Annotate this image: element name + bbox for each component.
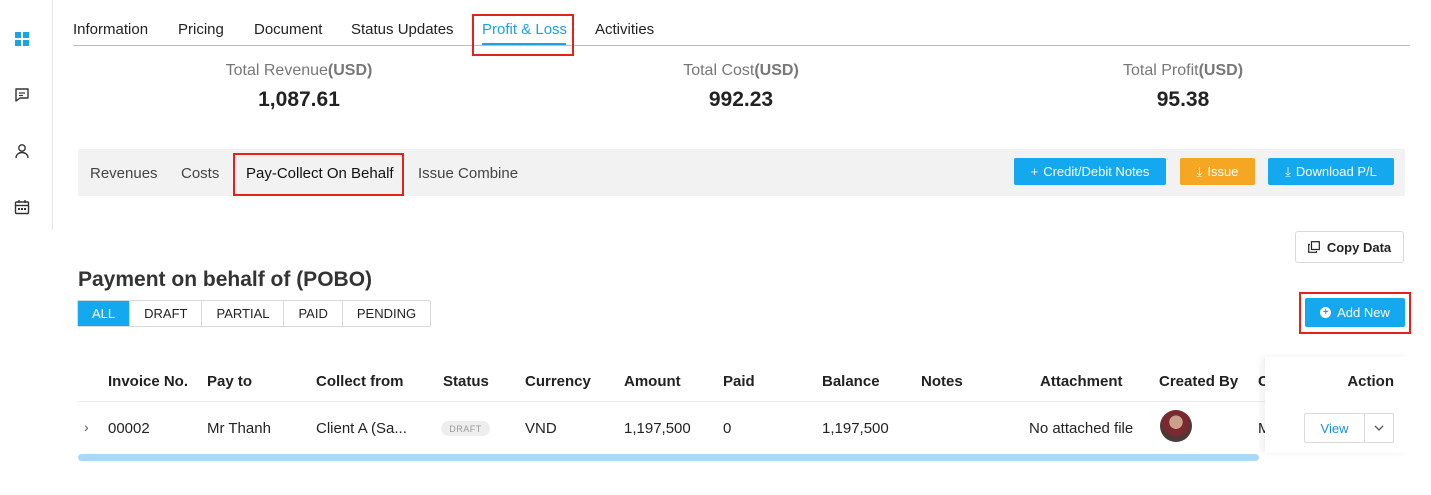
user-icon[interactable]: [13, 142, 31, 160]
filter-partial[interactable]: PARTIAL: [201, 301, 283, 326]
add-new-button[interactable]: + Add New: [1305, 298, 1405, 327]
column-header-collect-from[interactable]: Collect from: [316, 373, 404, 390]
chevron-down-icon[interactable]: [1364, 413, 1394, 443]
cell-attachment: No attached file: [1029, 420, 1134, 437]
total-cost-value: 992.23: [708, 88, 774, 111]
filter-pending[interactable]: PENDING: [341, 301, 430, 326]
dashboard-icon[interactable]: [13, 30, 31, 48]
cell-currency: VND: [525, 420, 557, 437]
avatar: [1160, 410, 1192, 442]
tab-pricing[interactable]: Pricing: [178, 21, 224, 38]
total-revenue: Total Revenue(USD) 1,087.61: [149, 62, 449, 112]
copy-data-button[interactable]: Copy Data: [1295, 231, 1404, 263]
total-profit: Total Profit(USD) 95.38: [1033, 62, 1333, 112]
column-header-pay-to[interactable]: Pay to: [207, 373, 252, 390]
tab-activities[interactable]: Activities: [595, 21, 654, 38]
action-column: Action View: [1265, 357, 1410, 453]
table-header-divider: [78, 401, 1405, 402]
tab-document[interactable]: Document: [254, 21, 322, 38]
total-revenue-unit: (USD): [327, 62, 373, 79]
section-title: Payment on behalf of (POBO): [78, 268, 373, 291]
chat-icon[interactable]: [13, 86, 31, 104]
column-header-notes[interactable]: Notes: [921, 373, 963, 390]
column-header-status[interactable]: Status: [443, 373, 489, 390]
column-header-invoice-no[interactable]: Invoice No.: [108, 373, 188, 390]
status-filter-group: ALL DRAFT PARTIAL PAID PENDING: [77, 300, 432, 327]
issue-button[interactable]: ⤓ Issue: [1180, 158, 1255, 185]
filter-all[interactable]: ALL: [78, 301, 130, 326]
cell-invoice-no: 00002: [108, 420, 150, 437]
column-header-balance[interactable]: Balance: [822, 373, 880, 390]
subtab-costs[interactable]: Costs: [181, 165, 219, 182]
tab-profit-loss[interactable]: Profit & Loss: [482, 21, 567, 38]
download-pl-button[interactable]: ⤓ Download P/L: [1268, 158, 1394, 185]
sub-tab-bar: Revenues Costs Pay-Collect On Behalf Iss…: [78, 149, 1405, 196]
column-header-paid[interactable]: Paid: [723, 373, 755, 390]
download-icon: ⤓: [1285, 163, 1291, 179]
subtab-issue-combine[interactable]: Issue Combine: [418, 165, 518, 182]
top-tab-bar: Information Pricing Document Status Upda…: [73, 0, 1410, 46]
total-profit-value: 95.38: [1156, 88, 1210, 111]
cell-paid: 0: [723, 420, 732, 437]
view-button[interactable]: View: [1304, 413, 1364, 443]
cell-collect-from: Client A (Sa...: [316, 420, 407, 437]
plus-circle-icon: +: [1320, 307, 1332, 318]
cell-pay-to: Mr Thanh: [207, 420, 271, 437]
left-icon-rail: [0, 0, 53, 230]
column-header-amount[interactable]: Amount: [624, 373, 681, 390]
tab-status-updates[interactable]: Status Updates: [351, 21, 454, 38]
cell-balance: 1,197,500: [822, 420, 889, 437]
copy-icon: [1307, 241, 1320, 253]
total-cost-unit: (USD): [754, 62, 799, 79]
filter-paid[interactable]: PAID: [283, 301, 341, 326]
tab-information[interactable]: Information: [73, 21, 148, 38]
credit-debit-notes-button[interactable]: + Credit/Debit Notes: [1014, 158, 1166, 185]
total-revenue-value: 1,087.61: [258, 88, 340, 111]
expand-row-icon[interactable]: ›: [84, 419, 89, 435]
total-cost: Total Cost(USD) 992.23: [591, 62, 891, 112]
horizontal-scrollbar[interactable]: [78, 454, 1259, 461]
active-tab-indicator: [482, 43, 566, 45]
download-icon: ⤓: [1196, 163, 1203, 179]
total-profit-unit: (USD): [1198, 62, 1244, 79]
total-revenue-label: Total Revenue: [225, 62, 328, 79]
cell-amount: 1,197,500: [624, 420, 691, 437]
column-header-action: Action: [1347, 373, 1394, 390]
status-badge: DRAFT: [441, 421, 490, 436]
subtab-revenues[interactable]: Revenues: [90, 165, 158, 182]
total-cost-label: Total Cost: [683, 62, 755, 79]
filter-draft[interactable]: DRAFT: [129, 301, 201, 326]
plus-icon: +: [1030, 164, 1039, 179]
calendar-icon[interactable]: [13, 198, 31, 216]
column-header-currency[interactable]: Currency: [525, 373, 591, 390]
subtab-pay-collect-on-behalf[interactable]: Pay-Collect On Behalf: [246, 165, 394, 182]
column-header-attachment[interactable]: Attachment: [1040, 373, 1123, 390]
column-header-created-by[interactable]: Created By: [1159, 373, 1238, 390]
total-profit-label: Total Profit: [1122, 62, 1199, 79]
